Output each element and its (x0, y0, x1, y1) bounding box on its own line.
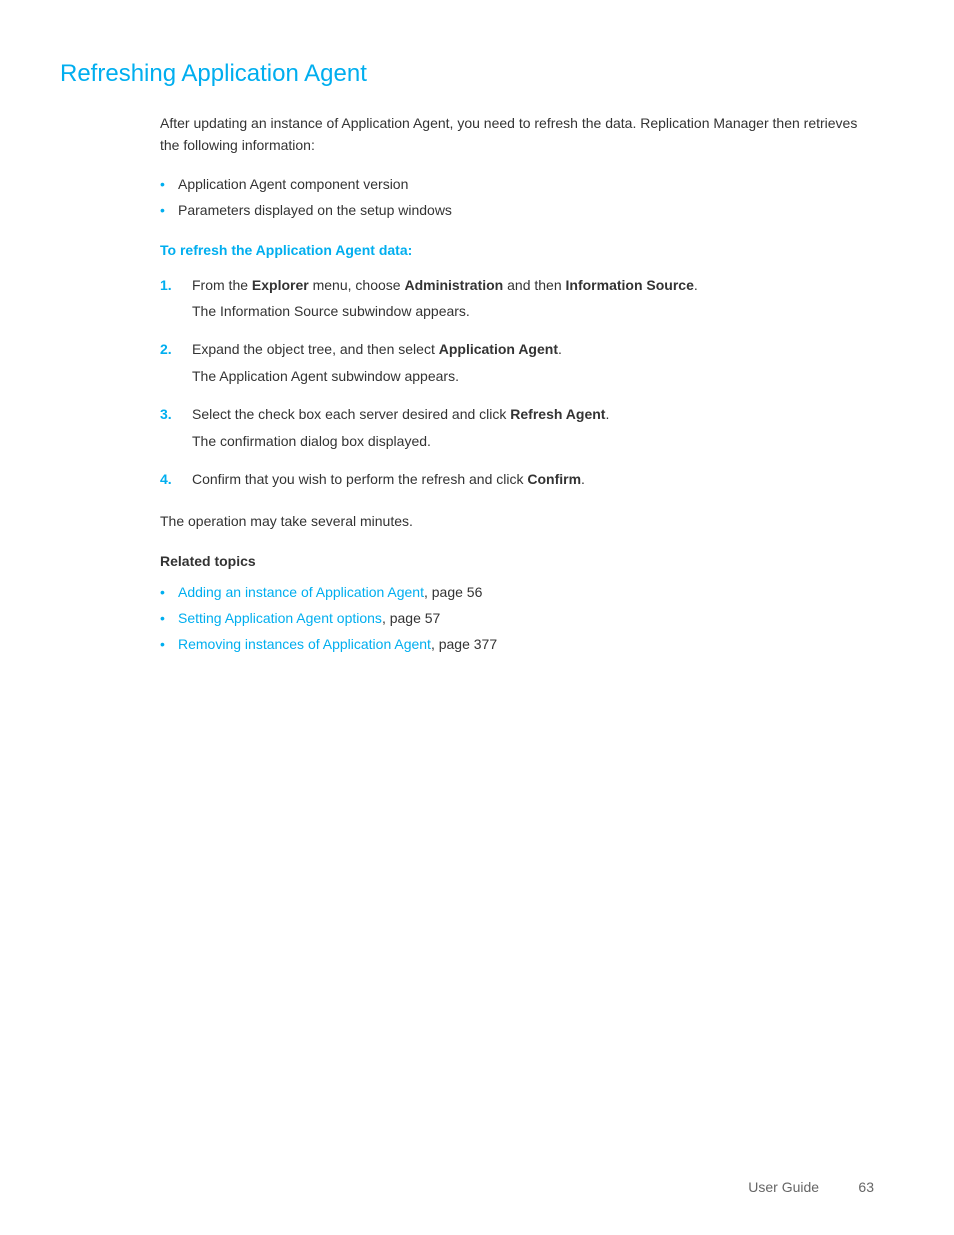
step-text: Confirm that you wish to perform the ref… (192, 468, 874, 490)
related-page-setting: , page 57 (382, 610, 440, 626)
page-footer: User Guide 63 (748, 1179, 874, 1195)
step-number: 1. (160, 274, 184, 296)
step-number: 3. (160, 403, 184, 425)
step-text: From the Explorer menu, choose Administr… (192, 274, 874, 296)
step-number: 2. (160, 338, 184, 360)
page-number: 63 (858, 1179, 874, 1195)
page-container: Refreshing Application Agent After updat… (0, 0, 954, 736)
list-item: Setting Application Agent options, page … (160, 607, 874, 629)
step-text: Expand the object tree, and then select … (192, 338, 874, 360)
step-4: 4. Confirm that you wish to perform the … (160, 468, 874, 490)
step-content: From the Explorer menu, choose Administr… (192, 274, 874, 323)
footer-divider (831, 1179, 847, 1195)
related-link-removing[interactable]: Removing instances of Application Agent (178, 636, 431, 652)
step-content: Expand the object tree, and then select … (192, 338, 874, 387)
step-sub-text: The confirmation dialog box displayed. (192, 430, 874, 452)
procedure-heading: To refresh the Application Agent data: (160, 242, 874, 258)
footer-label: User Guide (748, 1179, 819, 1195)
bullet-list: Application Agent component version Para… (160, 173, 874, 222)
list-item: Removing instances of Application Agent,… (160, 633, 874, 655)
related-link-adding[interactable]: Adding an instance of Application Agent (178, 584, 424, 600)
page-title: Refreshing Application Agent (60, 60, 874, 88)
content-section: After updating an instance of Applicatio… (160, 112, 874, 656)
step-content: Select the check box each server desired… (192, 403, 874, 452)
related-topics-heading: Related topics (160, 553, 874, 569)
step-sub-text: The Information Source subwindow appears… (192, 300, 874, 322)
step-3: 3. Select the check box each server desi… (160, 403, 874, 452)
related-topics-list: Adding an instance of Application Agent,… (160, 581, 874, 656)
step-2: 2. Expand the object tree, and then sele… (160, 338, 874, 387)
step-1: 1. From the Explorer menu, choose Admini… (160, 274, 874, 323)
related-link-setting[interactable]: Setting Application Agent options (178, 610, 382, 626)
step-sub-text: The Application Agent subwindow appears. (192, 365, 874, 387)
list-item: Adding an instance of Application Agent,… (160, 581, 874, 603)
list-item: Parameters displayed on the setup window… (160, 199, 874, 221)
intro-paragraph: After updating an instance of Applicatio… (160, 112, 874, 157)
operation-text: The operation may take several minutes. (160, 510, 874, 532)
step-text: Select the check box each server desired… (192, 403, 874, 425)
list-item: Application Agent component version (160, 173, 874, 195)
step-content: Confirm that you wish to perform the ref… (192, 468, 874, 490)
step-number: 4. (160, 468, 184, 490)
related-page-adding: , page 56 (424, 584, 482, 600)
steps-list: 1. From the Explorer menu, choose Admini… (160, 274, 874, 491)
related-page-removing: , page 377 (431, 636, 497, 652)
